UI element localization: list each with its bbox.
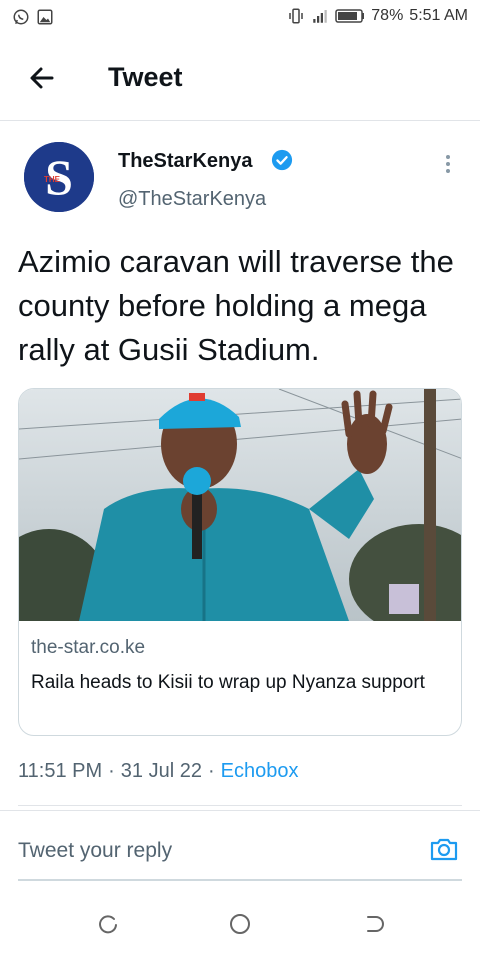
- system-nav-bar: [0, 900, 480, 948]
- reply-bar: Tweet your reply: [0, 810, 480, 881]
- reply-underline: [18, 879, 462, 881]
- card-domain: the-star.co.ke: [31, 637, 146, 658]
- meta-divider: [18, 805, 462, 806]
- more-options-icon[interactable]: [438, 152, 458, 176]
- meta-separator: ·: [207, 760, 215, 782]
- status-bar-left: [12, 8, 54, 26]
- back-nav-icon[interactable]: [362, 912, 386, 936]
- tweet-time: 11:51 PM: [18, 760, 103, 782]
- whatsapp-icon: [13, 9, 29, 25]
- verified-badge-icon: [271, 149, 293, 171]
- signal-icon: [313, 10, 328, 23]
- card-image[interactable]: [19, 389, 462, 621]
- author-handle[interactable]: @TheStarKenya: [118, 188, 266, 211]
- link-card[interactable]: the-star.co.ke Raila heads to Kisii to w…: [18, 388, 462, 736]
- status-bar: 78% 5:51 AM: [0, 0, 480, 36]
- image-icon: [37, 9, 53, 25]
- tweet-date: 31 Jul 22: [120, 760, 202, 782]
- author-name[interactable]: TheStarKenya: [118, 150, 253, 173]
- recent-apps-icon[interactable]: [96, 912, 120, 936]
- avatar-label: THE: [44, 175, 61, 184]
- battery-icon: [335, 9, 365, 23]
- battery-percent: 78%: [371, 7, 404, 24]
- status-time: 5:51 AM: [409, 7, 468, 24]
- meta-separator: ·: [108, 760, 115, 782]
- avatar[interactable]: S THE: [24, 142, 94, 212]
- tweet-author: S THE TheStarKenya @TheStarKenya: [24, 142, 464, 222]
- page-title: Tweet: [108, 62, 183, 92]
- tweet-text: Azimio caravan will traverse the county …: [18, 244, 454, 367]
- home-icon[interactable]: [228, 912, 252, 936]
- tweet-source-link[interactable]: Echobox: [221, 760, 299, 783]
- camera-icon[interactable]: [428, 833, 460, 865]
- tweet-meta: 11:51 PM · 31 Jul 22 · Echobox: [18, 760, 298, 783]
- card-title: Raila heads to Kisii to wrap up Nyanza s…: [31, 672, 425, 693]
- avatar-logo-icon: S THE: [24, 142, 94, 212]
- header: Tweet: [0, 48, 480, 112]
- back-arrow-icon[interactable]: [26, 62, 58, 94]
- status-bar-right: 78% 5:51 AM: [287, 7, 468, 25]
- vibrate-icon: [289, 8, 304, 24]
- header-divider: [0, 120, 480, 121]
- reply-input[interactable]: Tweet your reply: [18, 839, 172, 863]
